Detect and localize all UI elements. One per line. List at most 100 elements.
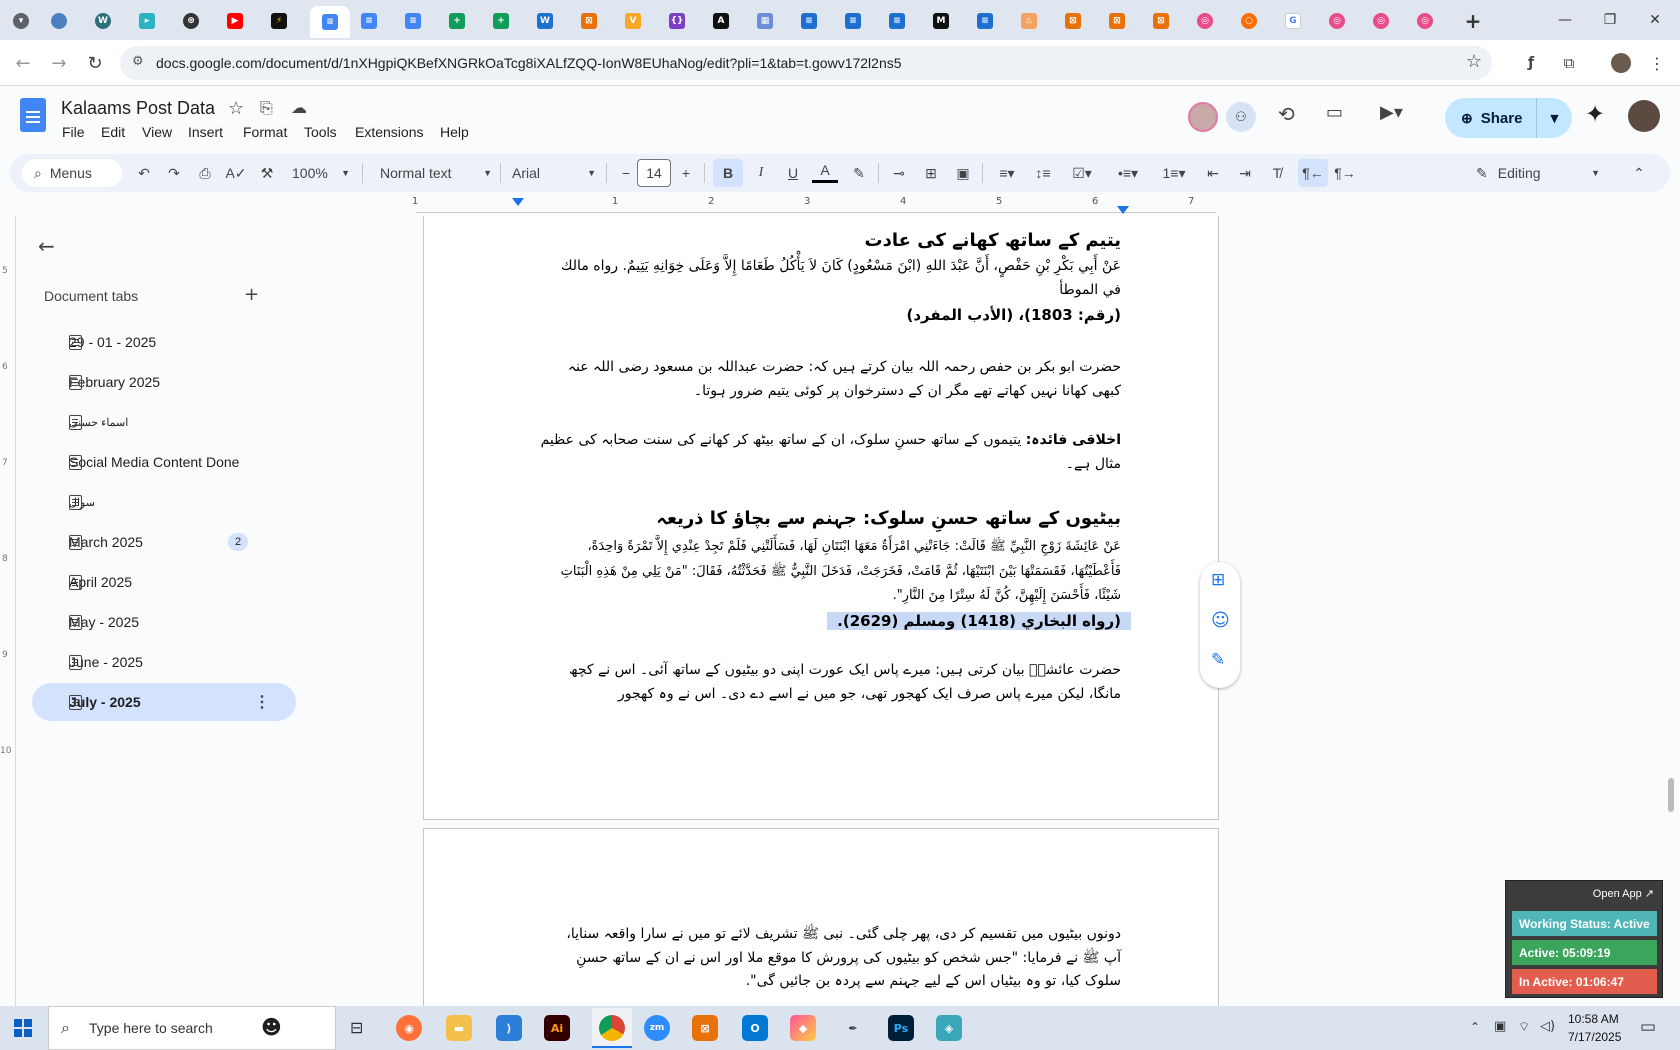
ltr-direction-icon[interactable]: ¶→ xyxy=(1332,159,1358,187)
document-page[interactable]: یتیم کے ساتھ کھانے کی عادت عَنْ أَبِي بَ… xyxy=(423,216,1219,820)
star-icon[interactable]: ☆ xyxy=(228,98,244,119)
redo-icon[interactable]: ↷ xyxy=(162,159,186,187)
add-comment-icon[interactable]: ⊞ xyxy=(1211,570,1225,590)
close-window-icon[interactable]: ✕ xyxy=(1640,6,1670,34)
tab-app-icon[interactable]: ⊠ xyxy=(1148,8,1174,34)
move-folder-icon[interactable]: ⎘ xyxy=(260,98,273,118)
tab-app-icon[interactable]: ⚡ xyxy=(266,8,292,34)
tab-docs-icon[interactable]: ≡ xyxy=(356,8,382,34)
insert-image-icon[interactable]: ▣ xyxy=(950,159,976,187)
paragraph-style-select[interactable]: Normal text ▼ xyxy=(380,159,492,187)
meeting-presence-icon[interactable]: ⚇ xyxy=(1226,102,1256,132)
highlight-icon[interactable]: ✎ xyxy=(846,159,872,187)
extension-icon[interactable]: ƒ xyxy=(1516,48,1546,78)
tab-forms-icon[interactable]: ≡ xyxy=(796,8,822,34)
sidebar-item-social-media[interactable]: Social Media Content Done xyxy=(32,443,296,481)
extensions-puzzle-icon[interactable]: ⧉ xyxy=(1554,48,1584,78)
insert-link-icon[interactable]: ⊸ xyxy=(886,159,912,187)
text-color-icon[interactable]: A xyxy=(812,159,838,183)
rtl-direction-icon[interactable]: ¶← xyxy=(1298,159,1328,187)
tab-dribbble-icon[interactable]: ◎ xyxy=(1412,8,1438,34)
zoom-select[interactable]: 100% ▼ xyxy=(292,159,350,187)
tab-forms-icon[interactable]: ≡ xyxy=(840,8,866,34)
editing-mode-select[interactable]: ✎ Editing ▼ xyxy=(1468,159,1608,187)
undo-icon[interactable]: ↶ xyxy=(132,159,156,187)
spellcheck-icon[interactable]: A✓ xyxy=(224,159,248,187)
wifi-icon[interactable]: ⌔ xyxy=(1518,1019,1530,1035)
forward-icon[interactable]: → xyxy=(44,48,74,78)
cloud-status-icon[interactable]: ☁ xyxy=(291,98,307,117)
decrease-indent-icon[interactable]: ⇤ xyxy=(1200,159,1226,187)
tab-forms-icon[interactable]: ≡ xyxy=(972,8,998,34)
scrollbar-thumb[interactable] xyxy=(1668,778,1674,812)
tab-app-icon[interactable]: ⊠ xyxy=(1104,8,1130,34)
tab-word-icon[interactable]: W xyxy=(532,8,558,34)
reload-icon[interactable]: ↻ xyxy=(80,48,110,78)
search-menus-input[interactable]: ⌕ Menus xyxy=(22,159,122,187)
firefox-icon[interactable]: ◉ xyxy=(396,1015,422,1041)
numbered-list-icon[interactable]: 1≡▾ xyxy=(1154,159,1194,187)
menu-view[interactable]: View xyxy=(142,124,172,140)
profile-avatar[interactable] xyxy=(1606,48,1636,78)
restore-icon[interactable]: ❐ xyxy=(1595,6,1625,34)
bold-button[interactable]: B xyxy=(713,159,743,187)
sidebar-item-june-2025[interactable]: June - 2025 xyxy=(32,643,296,681)
app-icon[interactable]: ◆ xyxy=(790,1015,816,1041)
document-title[interactable]: Kalaams Post Data xyxy=(61,98,215,119)
sidebar-item-july-2025[interactable]: July - 2025 ⋮ xyxy=(32,683,296,721)
outlook-icon[interactable]: O xyxy=(742,1015,768,1041)
tab-app-icon[interactable]: ⊠ xyxy=(1060,8,1086,34)
back-arrow-icon[interactable]: ← xyxy=(38,234,55,258)
tab-dribbble-icon[interactable]: ◎ xyxy=(1192,8,1218,34)
collapse-toolbar-icon[interactable]: ⌃ xyxy=(1626,159,1652,187)
share-dropdown-icon[interactable]: ▼ xyxy=(1536,98,1572,138)
clock-date[interactable]: 7/17/2025 xyxy=(1568,1030,1621,1044)
zoom-icon[interactable]: zm xyxy=(644,1015,670,1041)
font-size-input[interactable]: 14 xyxy=(637,159,671,187)
browser-menu-icon[interactable]: ⋮ xyxy=(1642,48,1672,78)
tab-app-icon[interactable]: ▦ xyxy=(752,8,778,34)
new-tab-button[interactable]: + xyxy=(1460,8,1486,34)
menu-extensions[interactable]: Extensions xyxy=(355,124,423,140)
tab-sheets-icon[interactable]: + xyxy=(488,8,514,34)
clear-formatting-icon[interactable]: T̸ xyxy=(1264,159,1290,187)
menu-tools[interactable]: Tools xyxy=(304,124,337,140)
gemini-icon[interactable]: ✦ xyxy=(1585,100,1605,128)
tab-forms-icon[interactable]: ≡ xyxy=(884,8,910,34)
checklist-icon[interactable]: ☑▾ xyxy=(1062,159,1102,187)
sidebar-item-april-2025[interactable]: April 2025 xyxy=(32,563,296,601)
back-icon[interactable]: ← xyxy=(8,48,38,78)
increase-indent-icon[interactable]: ⇥ xyxy=(1232,159,1258,187)
menu-help[interactable]: Help xyxy=(440,124,469,140)
version-history-icon[interactable]: ⟲ xyxy=(1278,102,1295,126)
network-icon[interactable]: ▣ xyxy=(1494,1019,1506,1034)
increase-font-size-button[interactable]: + xyxy=(676,159,696,187)
menu-edit[interactable]: Edit xyxy=(101,124,125,140)
right-indent-marker[interactable] xyxy=(1117,206,1129,214)
tab-app-icon[interactable]: ○ xyxy=(1236,8,1262,34)
paint-format-icon[interactable]: ⚒ xyxy=(255,159,279,187)
taskbar-search-box[interactable]: ⌕ Type here to search ☻ xyxy=(48,1006,336,1050)
tab-docs-active-icon[interactable]: ≡ xyxy=(310,6,350,38)
tab-search-icon[interactable]: ▾ xyxy=(8,8,34,34)
menu-insert[interactable]: Insert xyxy=(188,124,223,140)
emoji-reaction-icon[interactable]: ☺ xyxy=(1211,610,1230,631)
menu-file[interactable]: File xyxy=(62,124,85,140)
document-page[interactable]: دونوں بیٹیوں میں تقسیم کر دی، پھر چلی گئ… xyxy=(423,828,1219,1028)
vscode-icon[interactable]: ⟩ xyxy=(496,1015,522,1041)
print-icon[interactable]: ⎙ xyxy=(193,159,217,187)
left-indent-marker[interactable] xyxy=(512,198,524,206)
open-app-link[interactable]: Open App ↗ xyxy=(1593,887,1654,900)
tray-chevron-icon[interactable]: ⌃ xyxy=(1470,1020,1480,1034)
volume-icon[interactable]: ◁) xyxy=(1540,1019,1555,1034)
tab-app-icon[interactable]: ♨ xyxy=(1016,8,1042,34)
tab-dribbble-icon[interactable]: ◎ xyxy=(1324,8,1350,34)
clock-time[interactable]: 10:58 AM xyxy=(1568,1012,1619,1026)
comments-icon[interactable]: ▭ xyxy=(1326,102,1343,123)
pen-tool-icon[interactable]: ✒ xyxy=(840,1015,866,1041)
sidebar-item-february-2025[interactable]: February 2025 xyxy=(32,363,296,401)
tab-dribbble-icon[interactable]: ◎ xyxy=(1368,8,1394,34)
sidebar-item-may-2025[interactable]: May - 2025 xyxy=(32,603,296,641)
chrome-active-tile[interactable] xyxy=(592,1008,632,1048)
task-view-icon[interactable]: ⊟ xyxy=(350,1018,363,1037)
